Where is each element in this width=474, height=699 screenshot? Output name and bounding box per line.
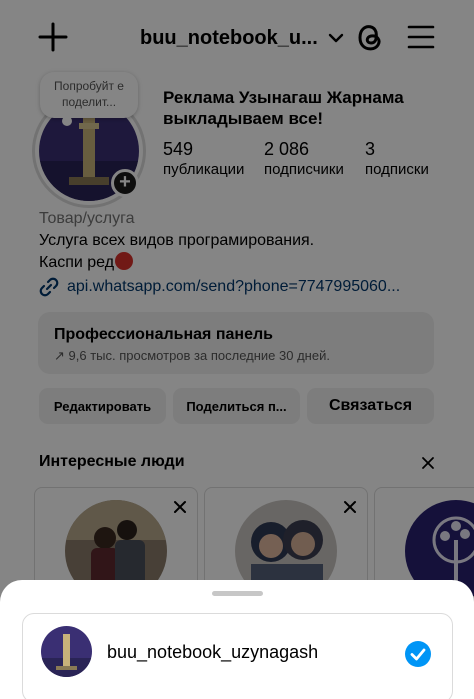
check-icon [405,641,431,667]
account-row[interactable]: buu_notebook_uzynagash [22,613,453,699]
sheet-grabber[interactable] [212,591,263,596]
account-name: buu_notebook_uzynagash [107,642,319,662]
profile-screen: buu_notebook_u... Попробуйт е поделит...… [0,0,474,699]
account-sheet: buu_notebook_uzynagash [0,580,474,699]
avatar [41,626,92,677]
